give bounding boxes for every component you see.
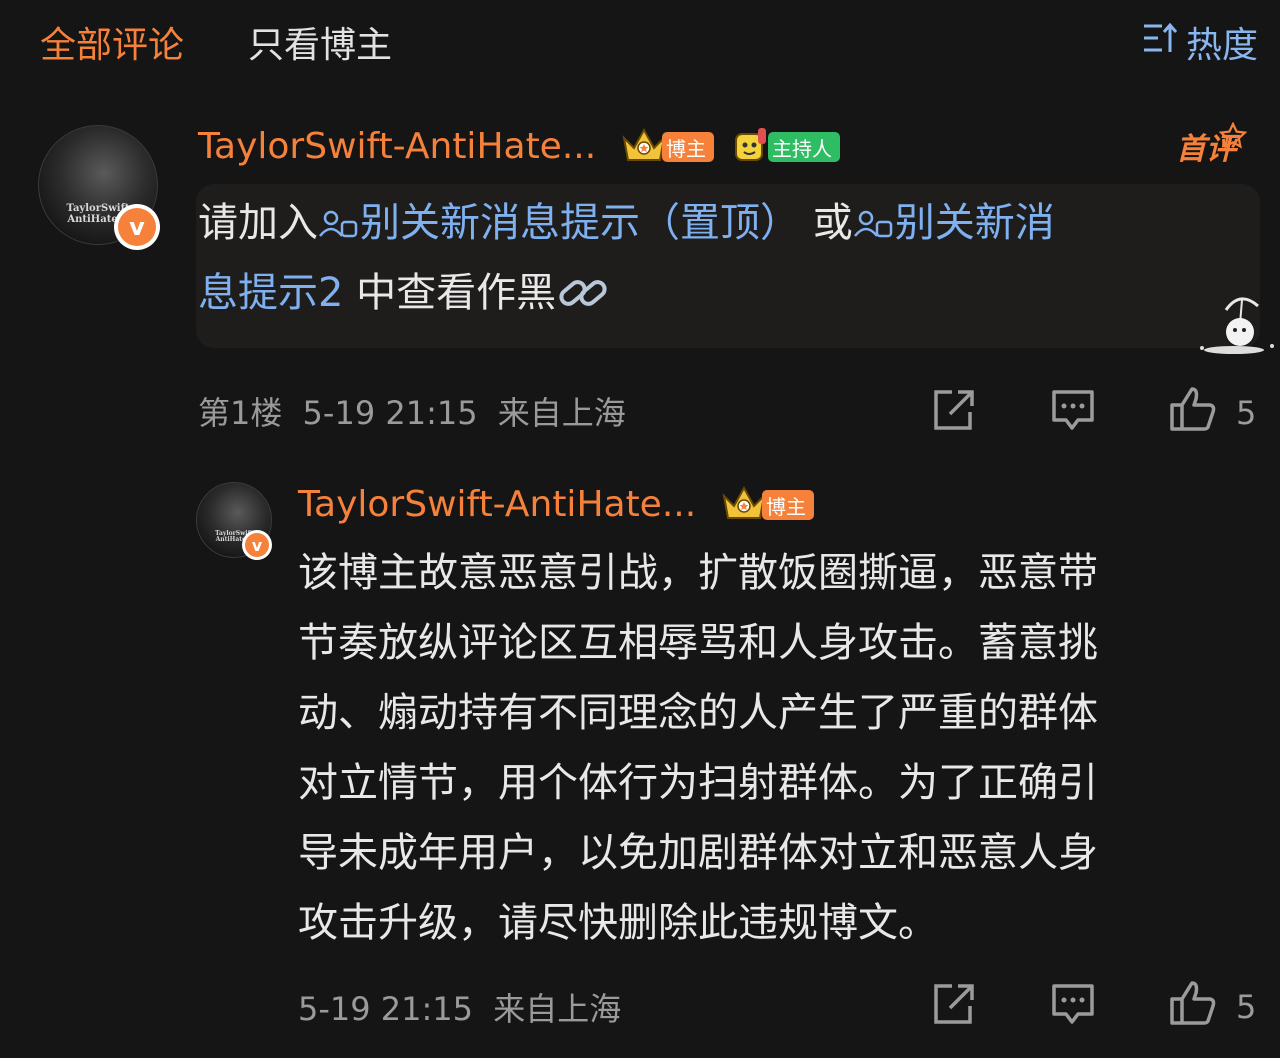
tab-owner-only[interactable]: 只看博主: [248, 16, 392, 68]
sort-icon: [1142, 22, 1178, 63]
like-button[interactable]: 5: [1168, 979, 1256, 1035]
share-button[interactable]: [930, 982, 976, 1034]
sort-button[interactable]: 热度: [1142, 16, 1258, 68]
owner-tag-label: 博主: [762, 490, 814, 520]
reply-text-line: 攻击升级，请尽快删除此违规博文。: [298, 900, 938, 946]
reply-text-line: 动、煽动持有不同理念的人产生了严重的群体: [298, 690, 1098, 736]
group-link-2-label-b[interactable]: 息提示2: [198, 270, 343, 316]
reply-username[interactable]: TaylorSwift-AntiHate...: [298, 484, 696, 525]
reply-text-line: 该博主故意恶意引战，扩散饭圈撕逼，恶意带: [298, 550, 1098, 596]
comment-icon: [1050, 982, 1096, 1034]
first-comment-badge: 首评: [1176, 121, 1248, 168]
verified-icon: v: [242, 530, 272, 560]
reply-meta: 5-19 21:15 来自上海: [298, 984, 621, 1030]
group-link-2[interactable]: 别关新消: [853, 200, 1055, 246]
share-icon: [930, 982, 976, 1034]
thumbs-up-icon: [1168, 385, 1218, 441]
reply-location: 来自上海: [493, 990, 622, 1028]
share-button[interactable]: [930, 388, 976, 440]
link-icon: [556, 270, 612, 316]
thumbs-up-icon: [1168, 979, 1218, 1035]
group-link-2-label-a: 别关新消: [894, 200, 1055, 246]
group-icon: [318, 200, 360, 246]
share-icon: [930, 388, 976, 440]
comment-username[interactable]: TaylorSwift-AntiHate...: [198, 126, 596, 167]
comment-text-or: 或: [800, 200, 853, 246]
comment-text: 请加入 别关新消息提示（置顶） 或别关新消 息提示2 中查看作黑: [198, 188, 1238, 328]
crown-icon: [620, 126, 668, 168]
host-tag-label: 主持人: [768, 132, 840, 162]
star-icon: [1218, 121, 1248, 156]
reply-text-line: 对立情节，用个体行为扫射群体。为了正确引: [298, 760, 1098, 806]
tab-all-comments[interactable]: 全部评论: [40, 16, 184, 68]
group-link-1-label: 别关新消息提示（置顶）: [360, 200, 800, 246]
comment-datetime: 5-19 21:15: [302, 394, 478, 432]
reply-text: 该博主故意恶意引战，扩散饭圈撕逼，恶意带 节奏放纵评论区互相辱骂和人身攻击。蓄意…: [298, 538, 1268, 958]
verified-icon: v: [114, 204, 160, 250]
sort-label: 热度: [1185, 25, 1258, 66]
reply-button[interactable]: [1050, 388, 1096, 440]
comment-icon: [1050, 388, 1096, 440]
like-button[interactable]: 5: [1168, 385, 1256, 441]
group-icon: [853, 200, 895, 246]
owner-tag: 博主: [720, 484, 814, 526]
owner-tag: 博主: [620, 126, 714, 168]
comment-meta: 第1楼 5-19 21:15 来自上海: [198, 388, 626, 434]
like-count: 5: [1236, 988, 1257, 1026]
reply-datetime: 5-19 21:15: [298, 990, 474, 1028]
comment-text-suffix: 中查看作黑: [343, 270, 557, 316]
group-link-1[interactable]: 别关新消息提示（置顶）: [318, 200, 800, 246]
comment-location: 来自上海: [497, 394, 626, 432]
reply-text-line: 节奏放纵评论区互相辱骂和人身攻击。蓄意挑: [298, 620, 1098, 666]
like-count: 5: [1236, 394, 1257, 432]
reply-button[interactable]: [1050, 982, 1096, 1034]
reply-text-line: 导未成年用户，以免加剧群体对立和恶意人身: [298, 830, 1098, 876]
floor-label: 第1楼: [198, 394, 283, 432]
host-tag: 主持人: [732, 126, 840, 168]
decorative-sticker-icon: [1188, 288, 1278, 358]
owner-tag-label: 博主: [662, 132, 714, 162]
crown-icon: [720, 484, 768, 526]
host-icon: [732, 126, 772, 168]
comment-text-prefix: 请加入: [198, 200, 318, 246]
